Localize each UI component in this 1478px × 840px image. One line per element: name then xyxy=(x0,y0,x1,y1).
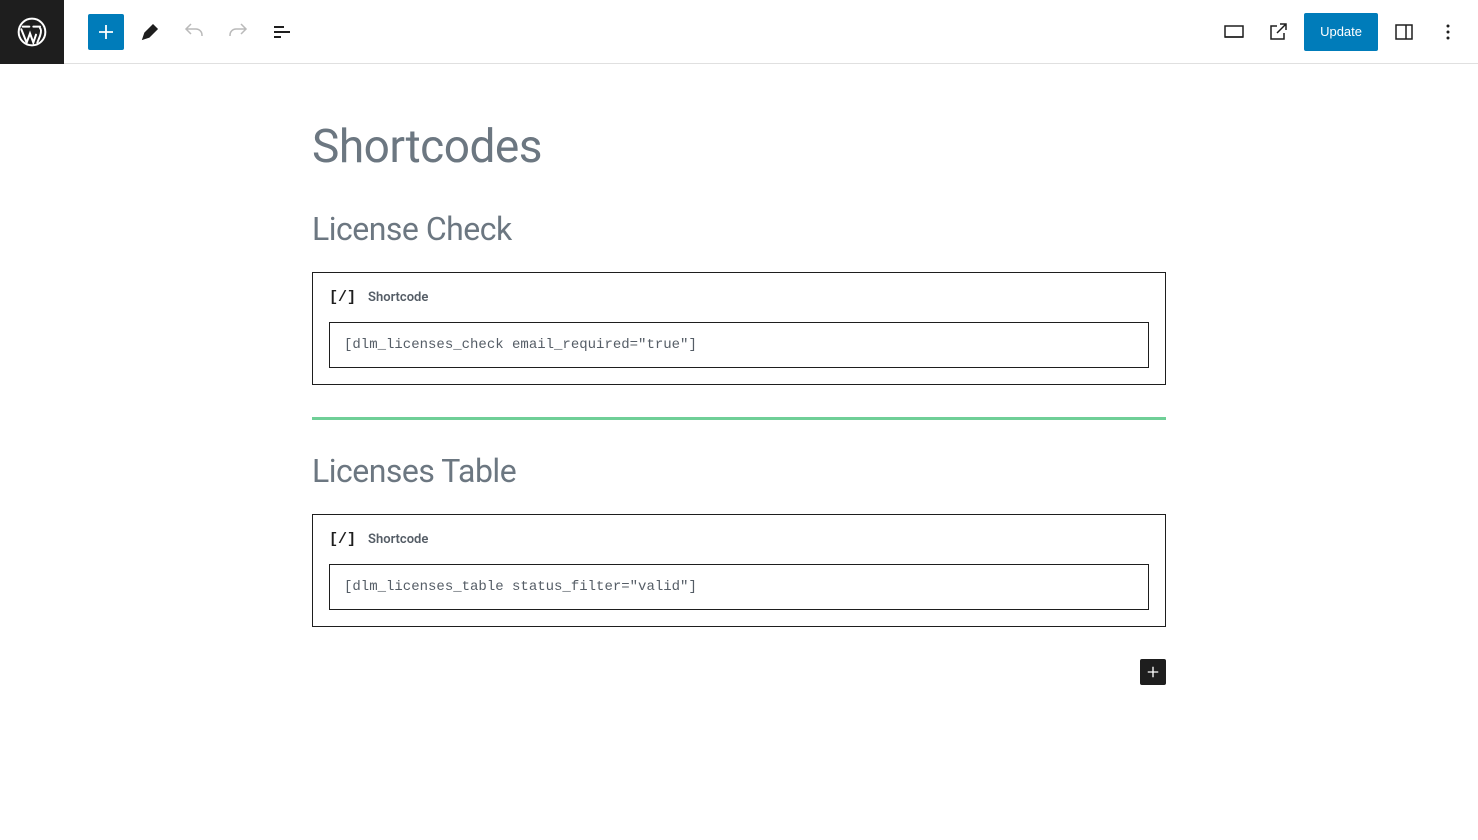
pencil-icon xyxy=(138,20,162,44)
more-vertical-icon xyxy=(1436,20,1460,44)
page-title[interactable]: Shortcodes xyxy=(312,120,1166,174)
shortcode-block[interactable]: [/] Shortcode xyxy=(312,272,1166,385)
shortcode-block-header: [/] Shortcode xyxy=(329,531,1149,548)
shortcode-input[interactable] xyxy=(329,564,1149,610)
document-overview-button[interactable] xyxy=(264,14,300,50)
settings-sidebar-button[interactable] xyxy=(1386,14,1422,50)
redo-button[interactable] xyxy=(220,14,256,50)
options-button[interactable] xyxy=(1430,14,1466,50)
external-link-icon xyxy=(1266,20,1290,44)
block-inserter-button[interactable] xyxy=(88,14,124,50)
shortcode-block-label: Shortcode xyxy=(368,290,428,305)
separator-block[interactable] xyxy=(312,417,1166,420)
wordpress-logo[interactable] xyxy=(0,0,64,64)
plus-icon xyxy=(94,20,118,44)
plus-icon xyxy=(1144,663,1162,681)
content-area: Shortcodes License Check [/] Shortcode L… xyxy=(312,64,1166,685)
toolbar-right-group: Update xyxy=(1216,13,1478,51)
wordpress-icon xyxy=(16,16,48,48)
redo-icon xyxy=(226,20,250,44)
sidebar-icon xyxy=(1392,20,1416,44)
tools-button[interactable] xyxy=(132,14,168,50)
desktop-icon xyxy=(1222,20,1246,44)
list-view-icon xyxy=(270,20,294,44)
undo-icon xyxy=(182,20,206,44)
toolbar-left-group xyxy=(64,14,300,50)
section-heading-license-check[interactable]: License Check xyxy=(312,210,1166,248)
add-block-container xyxy=(312,659,1166,685)
shortcode-block-label: Shortcode xyxy=(368,532,428,547)
shortcode-icon: [/] xyxy=(329,289,356,306)
shortcode-block[interactable]: [/] Shortcode xyxy=(312,514,1166,627)
editor-toolbar: Update xyxy=(0,0,1478,64)
editor-canvas: Shortcodes License Check [/] Shortcode L… xyxy=(0,64,1478,685)
shortcode-input[interactable] xyxy=(329,322,1149,368)
add-block-button[interactable] xyxy=(1140,659,1166,685)
shortcode-icon: [/] xyxy=(329,531,356,548)
section-heading-licenses-table[interactable]: Licenses Table xyxy=(312,452,1166,490)
shortcode-block-header: [/] Shortcode xyxy=(329,289,1149,306)
view-button[interactable] xyxy=(1216,14,1252,50)
preview-button[interactable] xyxy=(1260,14,1296,50)
update-button[interactable]: Update xyxy=(1304,13,1378,51)
undo-button[interactable] xyxy=(176,14,212,50)
